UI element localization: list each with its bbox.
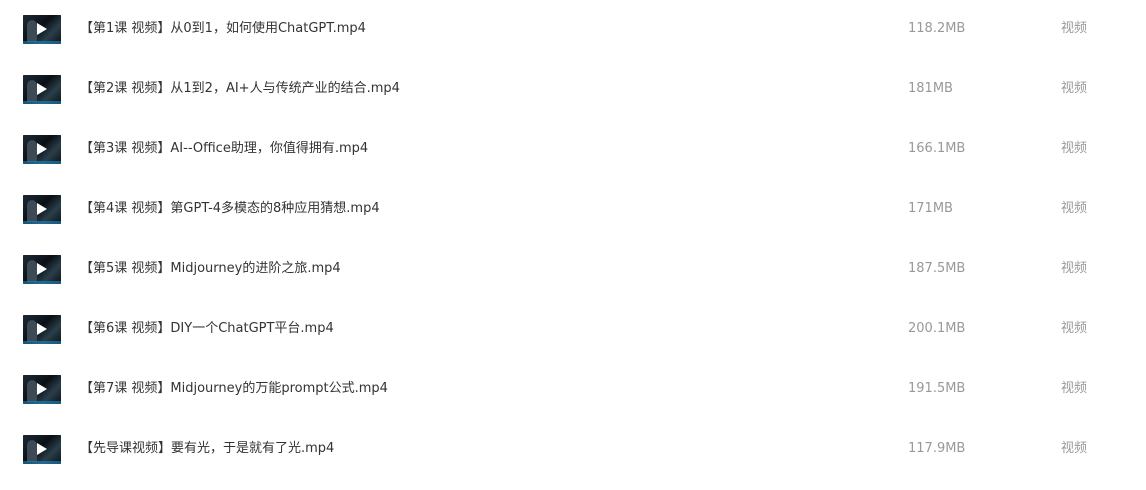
video-thumbnail-icon[interactable] xyxy=(23,15,61,44)
file-name[interactable]: 【先导课视频】要有光，于是就有了光.mp4 xyxy=(80,440,334,458)
file-name[interactable]: 【第7课 视频】Midjourney的万能prompt公式.mp4 xyxy=(80,380,388,398)
video-thumbnail-icon[interactable] xyxy=(23,255,61,284)
file-size: 118.2MB xyxy=(908,21,966,36)
play-icon xyxy=(37,83,47,95)
video-thumbnail-icon[interactable] xyxy=(23,435,61,464)
play-icon xyxy=(37,23,47,35)
file-name[interactable]: 【第2课 视频】从1到2，AI+人与传统产业的结合.mp4 xyxy=(80,80,400,98)
video-thumbnail-icon[interactable] xyxy=(23,135,61,164)
video-thumbnail-icon[interactable] xyxy=(23,75,61,104)
file-name[interactable]: 【第3课 视频】AI--Office助理，你值得拥有.mp4 xyxy=(80,140,368,158)
file-size: 181MB xyxy=(908,81,953,96)
video-thumbnail-icon[interactable] xyxy=(23,375,61,404)
file-type: 视频 xyxy=(1061,441,1088,456)
file-type: 视频 xyxy=(1061,81,1088,96)
file-type: 视频 xyxy=(1061,21,1088,36)
file-size: 191.5MB xyxy=(908,381,966,396)
file-row[interactable]: 【第1课 视频】从0到1，如何使用ChatGPT.mp4 118.2MB 视频 xyxy=(0,0,1146,60)
play-icon xyxy=(37,143,47,155)
video-thumbnail-icon[interactable] xyxy=(23,315,61,344)
file-size: 171MB xyxy=(908,201,953,216)
file-size: 117.9MB xyxy=(908,441,966,456)
file-size: 200.1MB xyxy=(908,321,966,336)
file-name[interactable]: 【第4课 视频】第GPT-4多模态的8种应用猜想.mp4 xyxy=(80,200,380,218)
file-name[interactable]: 【第6课 视频】DIY一个ChatGPT平台.mp4 xyxy=(80,320,334,338)
file-type: 视频 xyxy=(1061,321,1088,336)
file-row[interactable]: 【第3课 视频】AI--Office助理，你值得拥有.mp4 166.1MB 视… xyxy=(0,120,1146,180)
play-icon xyxy=(37,443,47,455)
file-type: 视频 xyxy=(1061,261,1088,276)
play-icon xyxy=(37,323,47,335)
file-list: 【第1课 视频】从0到1，如何使用ChatGPT.mp4 118.2MB 视频 … xyxy=(0,0,1146,490)
file-row[interactable]: 【第4课 视频】第GPT-4多模态的8种应用猜想.mp4 171MB 视频 xyxy=(0,180,1146,240)
file-name[interactable]: 【第1课 视频】从0到1，如何使用ChatGPT.mp4 xyxy=(80,20,366,38)
file-row[interactable]: 【第6课 视频】DIY一个ChatGPT平台.mp4 200.1MB 视频 xyxy=(0,300,1146,360)
play-icon xyxy=(37,263,47,275)
file-row[interactable]: 【第7课 视频】Midjourney的万能prompt公式.mp4 191.5M… xyxy=(0,360,1146,420)
file-type: 视频 xyxy=(1061,201,1088,216)
file-type: 视频 xyxy=(1061,381,1088,396)
file-row[interactable]: 【第5课 视频】Midjourney的进阶之旅.mp4 187.5MB 视频 xyxy=(0,240,1146,300)
file-name[interactable]: 【第5课 视频】Midjourney的进阶之旅.mp4 xyxy=(80,260,341,278)
file-row[interactable]: 【先导课视频】要有光，于是就有了光.mp4 117.9MB 视频 xyxy=(0,420,1146,480)
file-row[interactable]: 【第2课 视频】从1到2，AI+人与传统产业的结合.mp4 181MB 视频 xyxy=(0,60,1146,120)
play-icon xyxy=(37,203,47,215)
video-thumbnail-icon[interactable] xyxy=(23,195,61,224)
file-size: 187.5MB xyxy=(908,261,966,276)
file-type: 视频 xyxy=(1061,141,1088,156)
play-icon xyxy=(37,383,47,395)
file-size: 166.1MB xyxy=(908,141,966,156)
